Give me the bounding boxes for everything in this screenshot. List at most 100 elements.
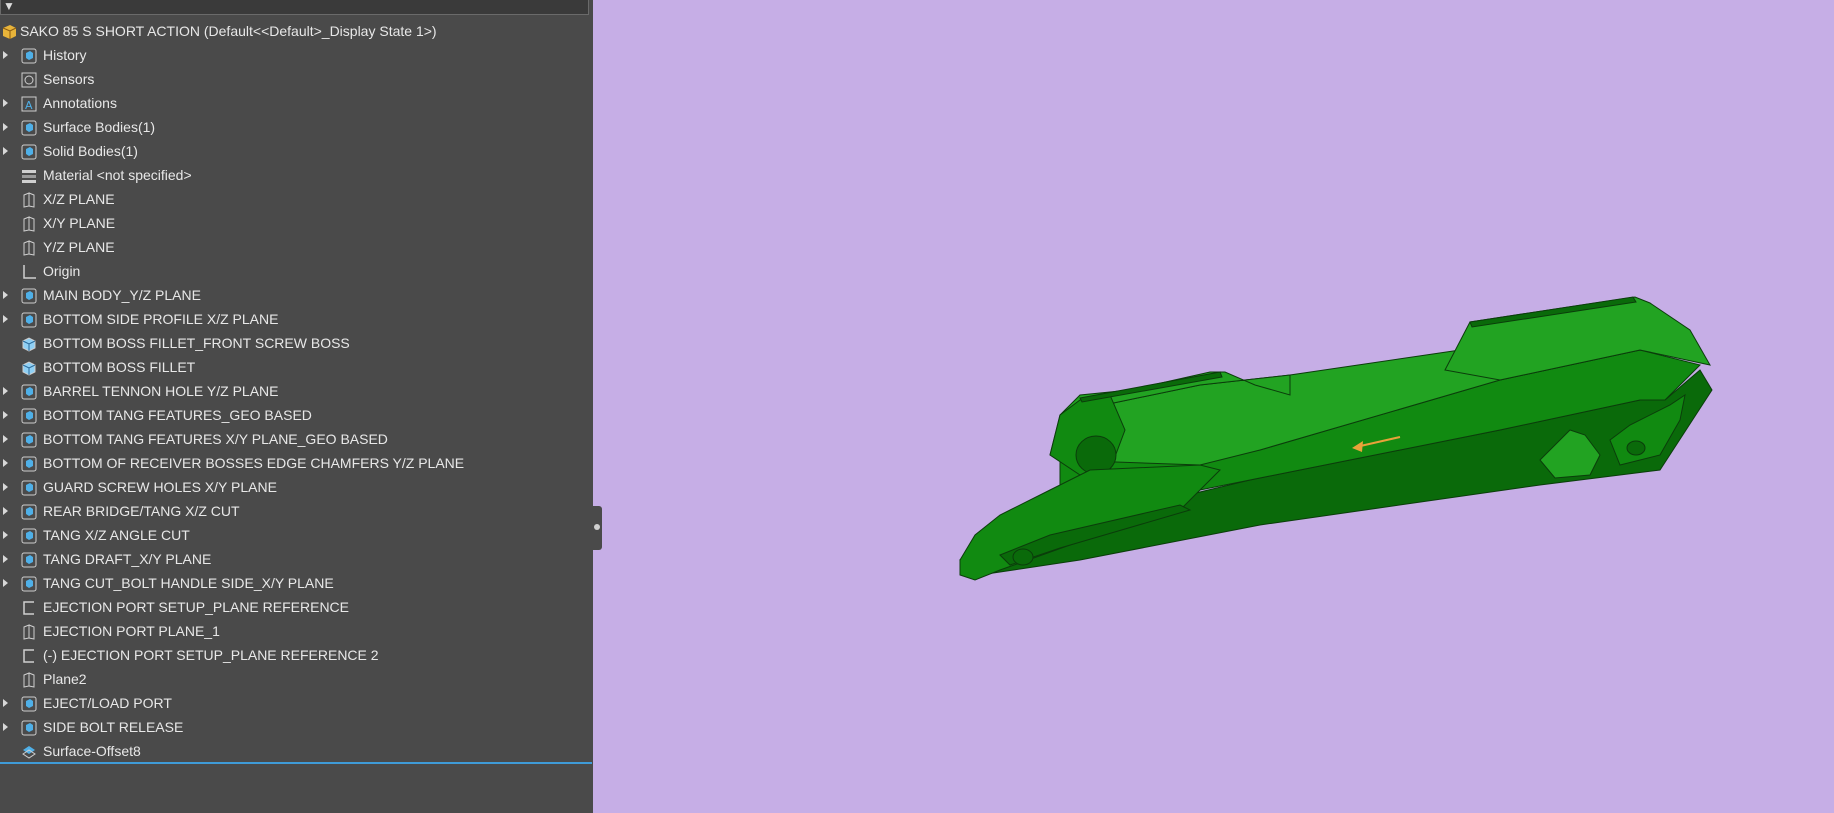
- tree-item[interactable]: BOTTOM BOSS FILLET_FRONT SCREW BOSS: [0, 331, 590, 355]
- origin-icon: [21, 263, 37, 279]
- expand-arrow-icon[interactable]: [3, 483, 8, 491]
- filter-icon[interactable]: ▼: [3, 0, 15, 13]
- tree-item[interactable]: A Annotations: [0, 91, 590, 115]
- tree-item[interactable]: Material <not specified>: [0, 163, 590, 187]
- tree-item[interactable]: Y/Z PLANE: [0, 235, 590, 259]
- tree-root-part[interactable]: SAKO 85 S SHORT ACTION (Default<<Default…: [0, 19, 590, 43]
- model-rear-screw-hole: [1626, 440, 1646, 456]
- expand-arrow-icon[interactable]: [3, 435, 8, 443]
- tree-item-label: EJECT/LOAD PORT: [43, 695, 172, 711]
- tree-item-label: BOTTOM BOSS FILLET: [43, 359, 196, 375]
- tree-item[interactable]: History: [0, 43, 590, 67]
- tree-item-label: BOTTOM TANG FEATURES_GEO BASED: [43, 407, 312, 423]
- tree-item[interactable]: MAIN BODY_Y/Z PLANE: [0, 283, 590, 307]
- expand-arrow-icon[interactable]: [3, 411, 8, 419]
- feature-icon: [21, 383, 37, 400]
- tree-item-label: TANG CUT_BOLT HANDLE SIDE_X/Y PLANE: [43, 575, 334, 591]
- tree-item[interactable]: Surface-Offset8: [0, 739, 590, 763]
- tree-item[interactable]: BOTTOM TANG FEATURES X/Y PLANE_GEO BASED: [0, 427, 590, 451]
- expand-arrow-icon[interactable]: [3, 291, 8, 299]
- expand-arrow-icon[interactable]: [3, 315, 8, 323]
- model-tenon-hole: [1075, 435, 1117, 475]
- tree-item-label: Annotations: [43, 95, 117, 111]
- tree-item-label: X/Z PLANE: [43, 191, 115, 207]
- feature-icon: [21, 527, 37, 544]
- tree-item[interactable]: (-) EJECTION PORT SETUP_PLANE REFERENCE …: [0, 643, 590, 667]
- tree-item[interactable]: BOTTOM TANG FEATURES_GEO BASED: [0, 403, 590, 427]
- tree-item[interactable]: BOTTOM BOSS FILLET: [0, 355, 590, 379]
- panel-splitter[interactable]: [593, 0, 603, 813]
- fillet-icon: [21, 335, 37, 352]
- grip-dot-icon: [594, 524, 600, 530]
- expand-arrow-icon[interactable]: [3, 555, 8, 563]
- solid-bodies-icon: [21, 143, 37, 160]
- tree-item[interactable]: GUARD SCREW HOLES X/Y PLANE: [0, 475, 590, 499]
- expand-arrow-icon[interactable]: [3, 459, 8, 467]
- tree-item-label: Y/Z PLANE: [43, 239, 115, 255]
- tree-item[interactable]: SIDE BOLT RELEASE: [0, 715, 590, 739]
- tree-item-label: BOTTOM OF RECEIVER BOSSES EDGE CHAMFERS …: [43, 455, 465, 471]
- tree-item[interactable]: Sensors: [0, 67, 590, 91]
- tree-item-label: BARREL TENNON HOLE Y/Z PLANE: [43, 383, 279, 399]
- tree-item[interactable]: BOTTOM SIDE PROFILE X/Z PLANE: [0, 307, 590, 331]
- model-front-screw-hole: [1012, 548, 1034, 566]
- expand-arrow-icon[interactable]: [3, 387, 8, 395]
- expand-arrow-icon[interactable]: [3, 723, 8, 731]
- tree-item[interactable]: TANG X/Z ANGLE CUT: [0, 523, 590, 547]
- tree-item[interactable]: EJECTION PORT SETUP_PLANE REFERENCE: [0, 595, 590, 619]
- tree-item[interactable]: Solid Bodies(1): [0, 139, 590, 163]
- plane-icon: [21, 239, 37, 256]
- feature-icon: [21, 695, 37, 712]
- tree-item-label: REAR BRIDGE/TANG X/Z CUT: [43, 503, 240, 519]
- tree-item-label: TANG X/Z ANGLE CUT: [43, 527, 190, 543]
- tree-filter-bar[interactable]: ▼: [0, 0, 589, 15]
- model-body[interactable]: [959, 296, 1713, 581]
- expand-arrow-icon[interactable]: [3, 99, 8, 107]
- tree-item-label: Solid Bodies(1): [43, 143, 138, 159]
- feature-tree-panel[interactable]: ▼ SAKO 85 S SHORT ACTION (Default<<Defau…: [0, 0, 593, 813]
- expand-arrow-icon[interactable]: [3, 531, 8, 539]
- tree-item-label: X/Y PLANE: [43, 215, 116, 231]
- sensors-icon: [21, 71, 37, 88]
- feature-icon: [21, 455, 37, 472]
- tree-item-label: History: [43, 47, 87, 63]
- feature-icon: [21, 311, 37, 328]
- tree-item-label: (-) EJECTION PORT SETUP_PLANE REFERENCE …: [43, 647, 379, 663]
- tree-item[interactable]: Origin: [0, 259, 590, 283]
- panel-collapse-handle[interactable]: [593, 506, 602, 550]
- expand-arrow-icon[interactable]: [3, 51, 8, 59]
- plane-icon: [21, 191, 37, 208]
- tree-item[interactable]: X/Y PLANE: [0, 211, 590, 235]
- tree-item-label: Material <not specified>: [43, 167, 192, 183]
- tree-item-label: Plane2: [43, 671, 87, 687]
- feature-icon: [21, 431, 37, 448]
- expand-arrow-icon[interactable]: [3, 507, 8, 515]
- tree-item[interactable]: TANG DRAFT_X/Y PLANE: [0, 547, 590, 571]
- tree-item[interactable]: BARREL TENNON HOLE Y/Z PLANE: [0, 379, 590, 403]
- tree-item[interactable]: REAR BRIDGE/TANG X/Z CUT: [0, 499, 590, 523]
- rollback-bar[interactable]: [0, 762, 592, 764]
- expand-arrow-icon[interactable]: [3, 699, 8, 707]
- tree-root-label: SAKO 85 S SHORT ACTION (Default<<Default…: [20, 23, 437, 39]
- feature-icon: [21, 479, 37, 496]
- surface-offset-icon: [21, 743, 37, 759]
- graphics-viewport[interactable]: [603, 0, 1834, 813]
- tree-item-label: Surface Bodies(1): [43, 119, 156, 135]
- sketch-icon: [21, 647, 37, 663]
- expand-arrow-icon[interactable]: [3, 147, 8, 155]
- surface-bodies-icon: [21, 119, 37, 136]
- tree-item[interactable]: TANG CUT_BOLT HANDLE SIDE_X/Y PLANE: [0, 571, 590, 595]
- tree-item[interactable]: BOTTOM OF RECEIVER BOSSES EDGE CHAMFERS …: [0, 451, 590, 475]
- svg-text:A: A: [25, 99, 33, 112]
- tree-item[interactable]: X/Z PLANE: [0, 187, 590, 211]
- tree-item[interactable]: Surface Bodies(1): [0, 115, 590, 139]
- tree-item[interactable]: EJECT/LOAD PORT: [0, 691, 590, 715]
- tree-item-label: TANG DRAFT_X/Y PLANE: [43, 551, 212, 567]
- tree-item-label: BOTTOM SIDE PROFILE X/Z PLANE: [43, 311, 279, 327]
- receiver-3d-model[interactable]: [603, 0, 1834, 813]
- expand-arrow-icon[interactable]: [3, 123, 8, 131]
- tree-item[interactable]: Plane2: [0, 667, 590, 691]
- tree-item[interactable]: EJECTION PORT PLANE_1: [0, 619, 590, 643]
- expand-arrow-icon[interactable]: [3, 579, 8, 587]
- feature-icon: [21, 719, 37, 736]
